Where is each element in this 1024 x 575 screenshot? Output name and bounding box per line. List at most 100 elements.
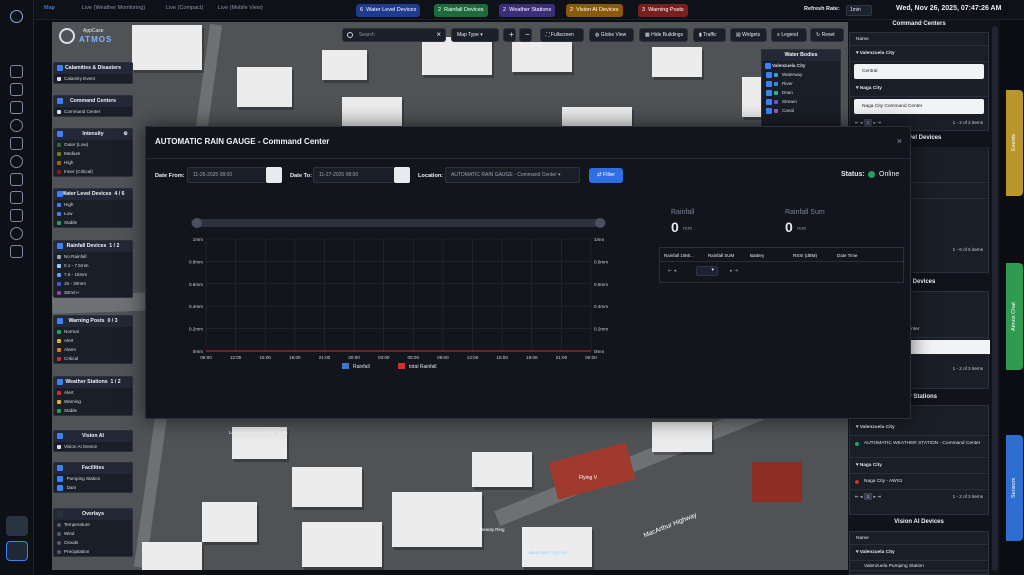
warning-item[interactable]: Alert (54, 336, 132, 345)
group-row[interactable]: ▾ Valenzuela City (850, 545, 988, 561)
home-icon[interactable] (10, 65, 23, 78)
range-slider-handle-right[interactable] (595, 218, 605, 228)
list-item[interactable]: Naga City Command Center (854, 99, 984, 114)
calamities-header[interactable]: Calamities & Disasters (54, 63, 132, 74)
pagination-next[interactable]: ▸ ⇥ (730, 268, 738, 274)
globe-icon[interactable] (10, 119, 23, 132)
rainfall-item[interactable]: 0.1 - 7.5mm (54, 261, 132, 270)
water-level-header[interactable]: Water Level Devices 4 / 6 (54, 189, 132, 200)
weather-item[interactable]: Alert (54, 388, 132, 397)
tab-live-mobile[interactable]: Live (Mobile View) (218, 5, 263, 11)
chip-rainfall[interactable]: 2 Rainfall Devices (434, 4, 488, 17)
water-body-item[interactable]: Drain (762, 88, 840, 97)
chip-water-level[interactable]: 6 Water Level Devices (356, 4, 421, 17)
document-icon[interactable] (10, 245, 23, 258)
weather-stations-header[interactable]: Weather Stations 1 / 2 (54, 377, 132, 388)
facilities-header[interactable]: Facilities (54, 463, 132, 474)
intensity-item[interactable]: High (54, 158, 132, 167)
warning-posts-header[interactable]: Warning Posts 0 / 3 (54, 316, 132, 327)
group-row[interactable]: ▾ Valenzuela City (850, 420, 988, 436)
group-row[interactable]: ▾ Valenzuela City (850, 46, 988, 62)
intensity-item[interactable]: Medium (54, 149, 132, 158)
right-scrollbar[interactable] (992, 26, 998, 571)
map-view-button[interactable] (6, 516, 28, 536)
pagination-first[interactable]: ⇤ ◂ (668, 268, 676, 274)
gear-icon[interactable]: ⚙ (123, 129, 128, 140)
water-body-item[interactable]: Canal (762, 106, 840, 115)
widgets-button[interactable]: ▤ Widgets (730, 28, 767, 42)
group-row[interactable]: ▾ Naga City (850, 81, 988, 97)
calamity-event-item[interactable]: Calamity Event (54, 74, 132, 83)
chip-warning[interactable]: 3 Warning Posts (638, 4, 688, 17)
intensity-item[interactable]: Outer (Low) (54, 140, 132, 149)
warning-item[interactable]: Critical (54, 354, 132, 363)
command-centers-header[interactable]: Command Centers (54, 96, 132, 107)
globe-view-button[interactable]: ◍ Globe View (589, 28, 634, 42)
close-icon[interactable]: × (897, 136, 902, 146)
overlays-header[interactable]: Overlays (54, 509, 132, 520)
location-select[interactable]: AUTOMATIC RAIN GAUGE - Command Center ▾ (445, 167, 580, 183)
list-item[interactable]: AUTOMATIC WEATHER STATION - Command Cent… (850, 436, 988, 458)
refresh-select[interactable]: 1min (846, 5, 872, 16)
zoom-in-button[interactable]: + (503, 28, 516, 42)
vision-ai-header[interactable]: Vision AI (54, 431, 132, 442)
legend-button[interactable]: ≡ Legend (771, 28, 807, 42)
chip-vision[interactable]: 2 Vision AI Devices (566, 4, 623, 17)
calendar-icon[interactable] (394, 167, 410, 183)
map-type-select[interactable]: Map Type ▾ (451, 28, 499, 42)
list-item[interactable]: Valenzuela Pumping Station (850, 561, 988, 571)
overlay-item[interactable]: Wind (54, 529, 132, 538)
rainfall-item[interactable]: 30mm+ (54, 288, 132, 297)
settings-icon[interactable] (10, 227, 23, 240)
sun-icon[interactable] (10, 155, 23, 168)
legend-label-rainfall[interactable]: Rainfall (353, 364, 370, 370)
warning-item[interactable]: Normal (54, 327, 132, 336)
traffic-button[interactable]: ▮ Traffic (693, 28, 726, 42)
camera-icon[interactable] (10, 191, 23, 204)
weather-item[interactable]: Stable (54, 406, 132, 415)
water-body-item[interactable]: Waterway (762, 70, 840, 79)
rainfall-item[interactable]: 15 - 30mm (54, 279, 132, 288)
hide-buildings-button[interactable]: ▦ Hide Buildings (639, 28, 688, 42)
fullscreen-button[interactable]: ⛶ Fullscreen (540, 28, 584, 42)
overlay-item[interactable]: Temperature (54, 520, 132, 529)
tab-map[interactable]: Map (44, 5, 55, 11)
water-level-item[interactable]: Stable (54, 218, 132, 227)
legend-label-total[interactable]: total Rainfall (409, 364, 437, 370)
command-center-item[interactable]: Command Center (54, 107, 132, 116)
filter-button[interactable]: ⇄ Filter (589, 168, 623, 183)
weather-item[interactable]: Warning (54, 397, 132, 406)
list-item[interactable]: Central (854, 64, 984, 79)
atmos-chat-tab[interactable]: Atmos Chat (1006, 263, 1023, 370)
calendar-icon[interactable] (266, 167, 282, 183)
water-level-item[interactable]: High (54, 200, 132, 209)
page-size-select[interactable]: ▾ (696, 266, 718, 276)
range-slider-track[interactable] (191, 219, 606, 227)
rainfall-item[interactable]: 7.5 - 15mm (54, 270, 132, 279)
overlay-item[interactable]: Precipitation (54, 547, 132, 556)
warning-item[interactable]: Alarm (54, 345, 132, 354)
group-row[interactable]: ▾ Naga City (850, 458, 988, 474)
grid-icon[interactable] (10, 83, 23, 96)
tab-live-weather[interactable]: Live (Weather Monitoring) (82, 5, 145, 11)
facility-item[interactable]: Dam (54, 483, 132, 492)
search-input[interactable]: Search × (342, 28, 446, 42)
water-level-item[interactable]: Low (54, 209, 132, 218)
zoom-out-button[interactable]: − (519, 28, 532, 42)
users-icon[interactable] (10, 209, 23, 222)
alert-icon[interactable] (10, 173, 23, 186)
sensors-tab[interactable]: Sensors (1006, 435, 1023, 541)
water-body-item[interactable]: River (762, 79, 840, 88)
water-bodies-city[interactable]: Valenzuela City (762, 61, 840, 70)
chip-weather[interactable]: 2 Weather Stations (499, 4, 556, 17)
facility-item[interactable]: Pumping Station (54, 474, 132, 483)
water-body-item[interactable]: Stream (762, 97, 840, 106)
rainfall-header[interactable]: Rainfall Devices 1 / 2 (54, 241, 132, 252)
layers-icon[interactable] (10, 101, 23, 114)
events-tab[interactable]: Events (1006, 90, 1023, 196)
reset-button[interactable]: ↻ Reset (810, 28, 844, 42)
vision-ai-item[interactable]: Vision AI Device (54, 442, 132, 451)
range-slider-handle-left[interactable] (192, 218, 202, 228)
cube-view-button[interactable] (6, 541, 28, 561)
tab-live-compact[interactable]: Live (Compact) (166, 5, 203, 11)
